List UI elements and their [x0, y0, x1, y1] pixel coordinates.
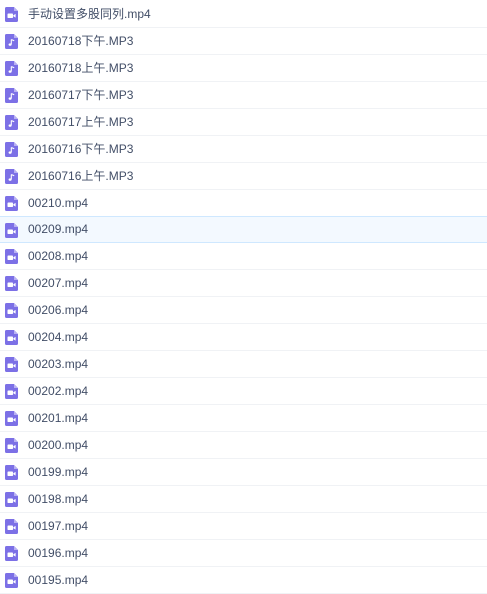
- file-row[interactable]: 20160717下午.MP3: [0, 82, 487, 109]
- video-file-icon: [5, 303, 18, 318]
- file-row[interactable]: 00206.mp4: [0, 297, 487, 324]
- file-name: 20160717下午.MP3: [28, 87, 134, 102]
- video-file-icon: [5, 519, 18, 534]
- file-name: 20160716下午.MP3: [28, 141, 134, 156]
- file-name: 00200.mp4: [28, 437, 89, 452]
- file-row[interactable]: 20160718下午.MP3: [0, 28, 487, 55]
- video-file-icon: [5, 411, 18, 426]
- video-file-icon: [5, 357, 18, 372]
- video-file-icon: [5, 492, 18, 507]
- file-row[interactable]: 00200.mp4: [0, 432, 487, 459]
- file-name: 00199.mp4: [28, 464, 89, 479]
- file-name: 00206.mp4: [28, 302, 89, 317]
- file-list: 手动设置多股同列.mp4 20160718下午.MP3 20160718上午.M…: [0, 1, 487, 594]
- file-name: 00195.mp4: [28, 572, 89, 587]
- video-file-icon: [5, 546, 18, 561]
- video-file-icon: [5, 573, 18, 588]
- file-name: 00208.mp4: [28, 248, 89, 263]
- file-row[interactable]: 00207.mp4: [0, 270, 487, 297]
- file-row[interactable]: 00201.mp4: [0, 405, 487, 432]
- file-name: 00201.mp4: [28, 410, 89, 425]
- file-row[interactable]: 20160716下午.MP3: [0, 136, 487, 163]
- file-row[interactable]: 00208.mp4: [0, 243, 487, 270]
- audio-file-icon: [5, 115, 18, 130]
- file-name: 00204.mp4: [28, 329, 89, 344]
- file-name: 00196.mp4: [28, 545, 89, 560]
- audio-file-icon: [5, 169, 18, 184]
- audio-file-icon: [5, 61, 18, 76]
- file-row[interactable]: 00209.mp4: [0, 216, 487, 243]
- file-row[interactable]: 00203.mp4: [0, 351, 487, 378]
- file-name: 00210.mp4: [28, 195, 89, 210]
- file-name: 20160718下午.MP3: [28, 33, 134, 48]
- file-name: 20160718上午.MP3: [28, 60, 134, 75]
- file-name: 00209.mp4: [28, 222, 89, 236]
- file-row[interactable]: 20160716上午.MP3: [0, 163, 487, 190]
- file-row[interactable]: 00199.mp4: [0, 459, 487, 486]
- file-row[interactable]: 00202.mp4: [0, 378, 487, 405]
- file-name: 20160717上午.MP3: [28, 114, 134, 129]
- file-row[interactable]: 00195.mp4: [0, 567, 487, 594]
- video-file-icon: [5, 465, 18, 480]
- audio-file-icon: [5, 142, 18, 157]
- file-row[interactable]: 20160717上午.MP3: [0, 109, 487, 136]
- file-row[interactable]: 手动设置多股同列.mp4: [0, 1, 487, 28]
- file-name: 20160716上午.MP3: [28, 168, 134, 183]
- file-name: 手动设置多股同列.mp4: [28, 6, 151, 21]
- file-row[interactable]: 00204.mp4: [0, 324, 487, 351]
- file-row[interactable]: 20160718上午.MP3: [0, 55, 487, 82]
- video-file-icon: [5, 7, 18, 22]
- file-name: 00197.mp4: [28, 518, 89, 533]
- audio-file-icon: [5, 88, 18, 103]
- file-name: 00202.mp4: [28, 383, 89, 398]
- video-file-icon: [5, 276, 18, 291]
- video-file-icon: [5, 438, 18, 453]
- video-file-icon: [5, 384, 18, 399]
- file-row[interactable]: 00210.mp4: [0, 190, 487, 217]
- file-name: 00207.mp4: [28, 275, 89, 290]
- video-file-icon: [5, 330, 18, 345]
- file-row[interactable]: 00196.mp4: [0, 540, 487, 567]
- file-row[interactable]: 00198.mp4: [0, 486, 487, 513]
- video-file-icon: [5, 223, 18, 238]
- video-file-icon: [5, 249, 18, 264]
- video-file-icon: [5, 196, 18, 211]
- file-row[interactable]: 00197.mp4: [0, 513, 487, 540]
- file-name: 00203.mp4: [28, 356, 89, 371]
- audio-file-icon: [5, 34, 18, 49]
- file-name: 00198.mp4: [28, 491, 89, 506]
